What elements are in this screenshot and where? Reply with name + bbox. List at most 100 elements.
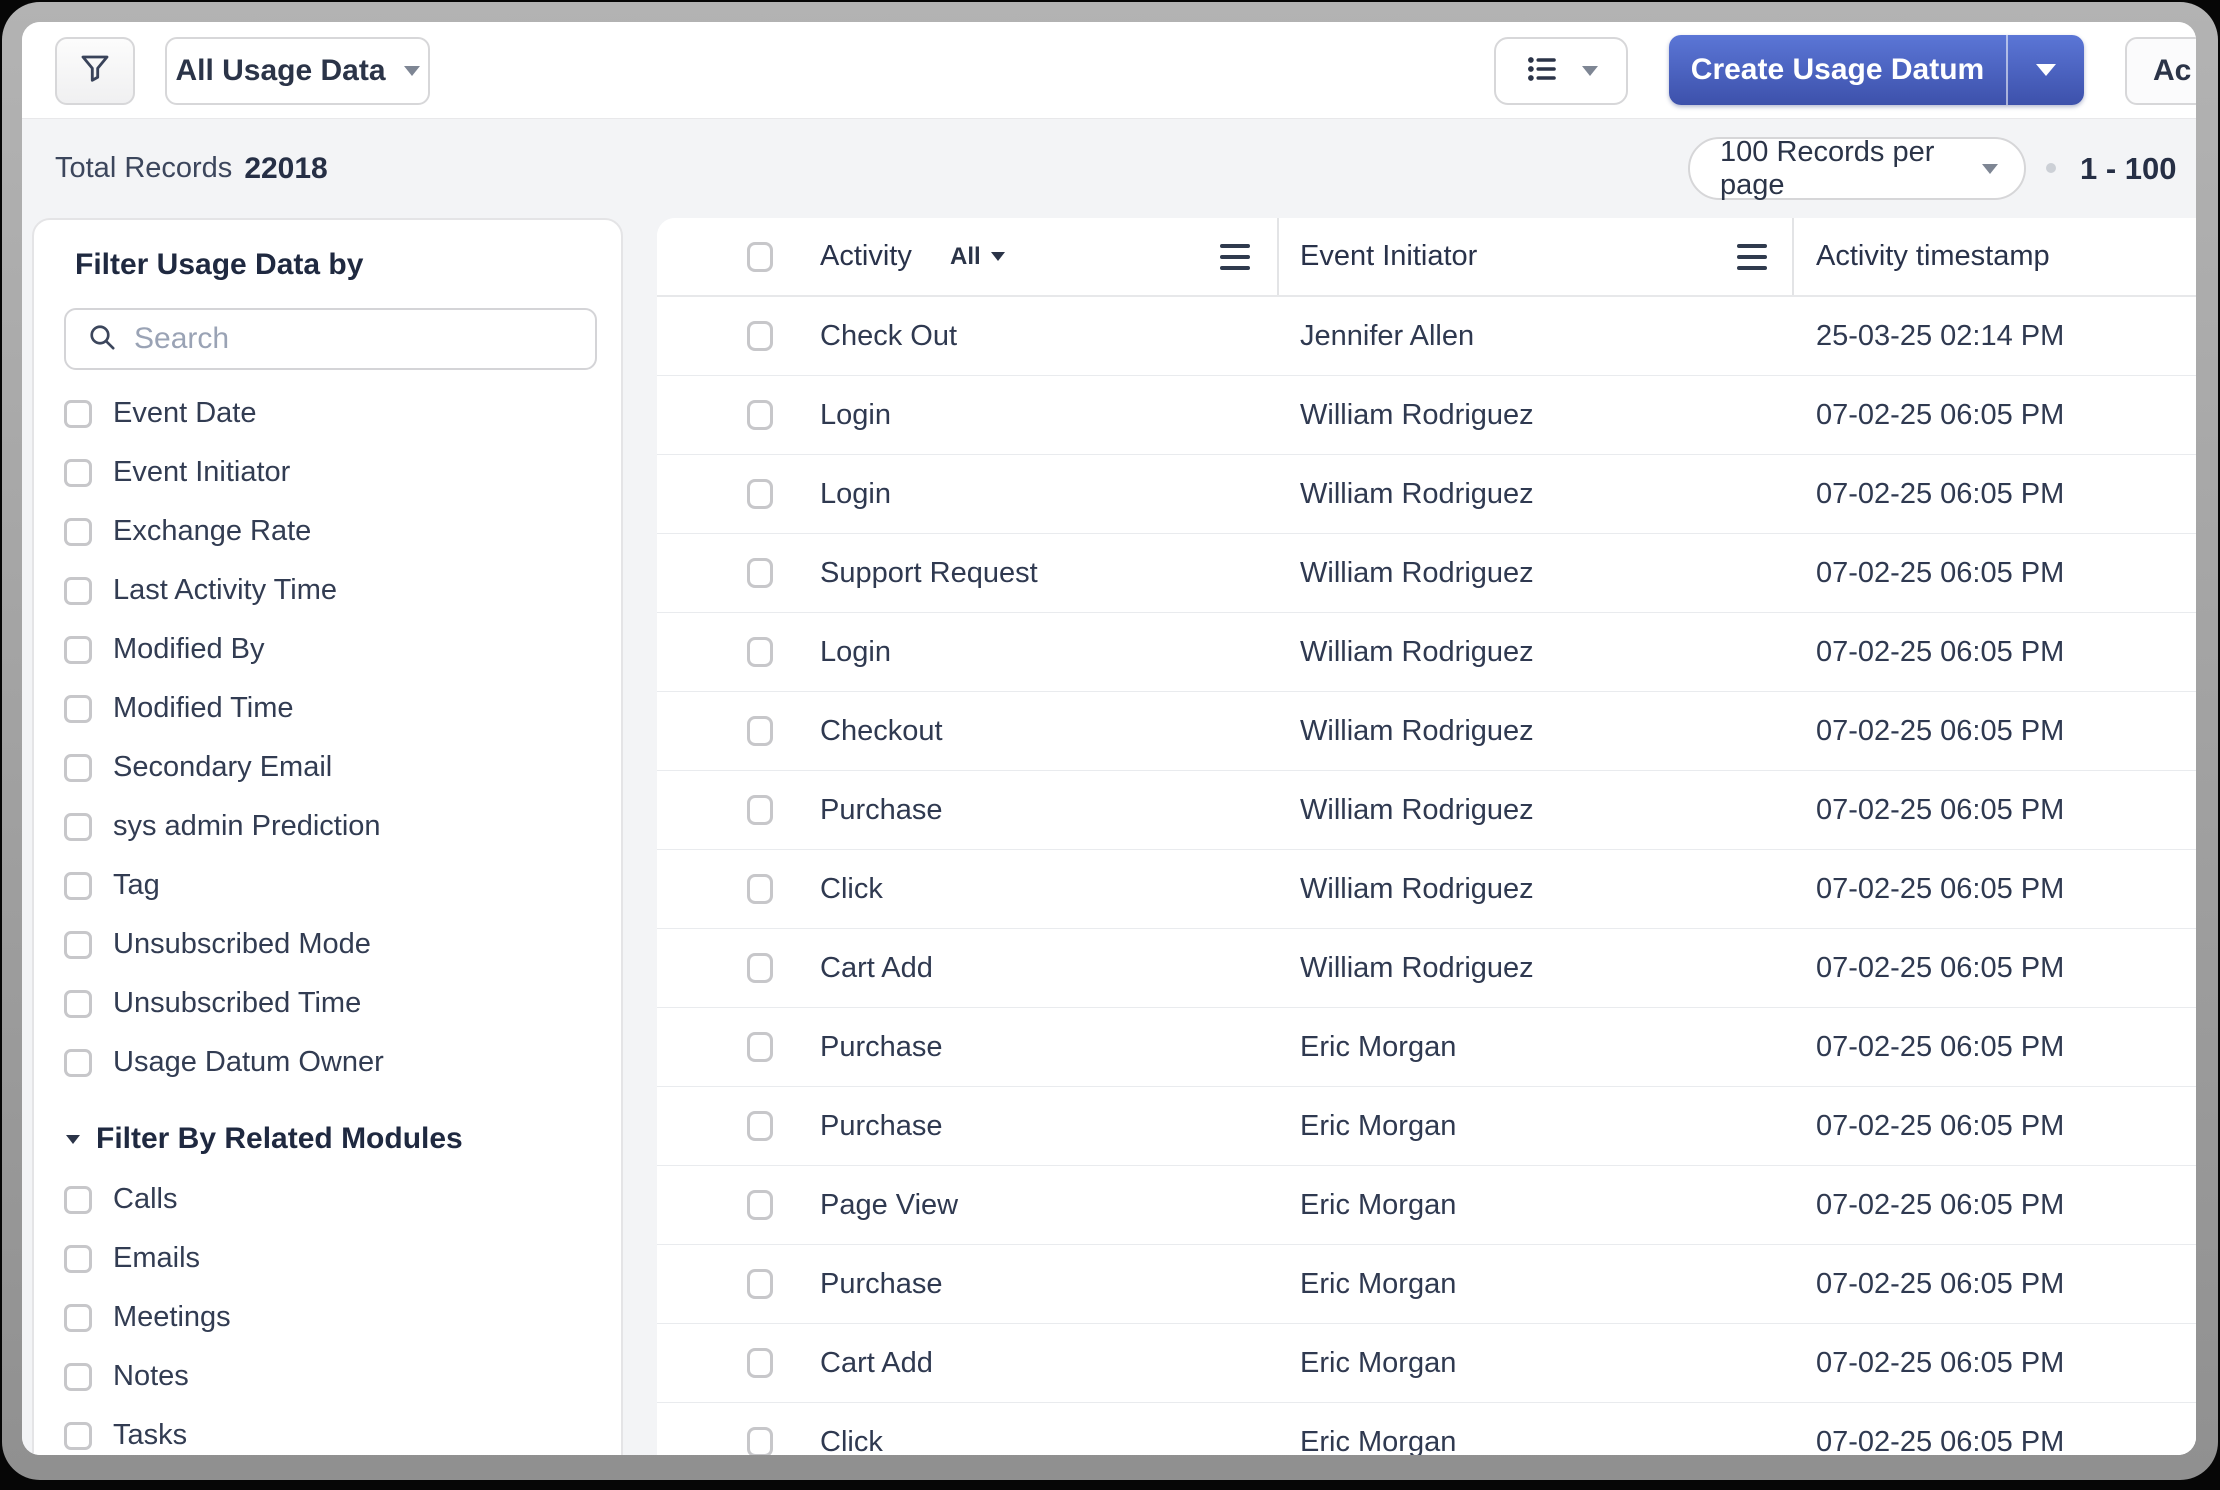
table-row[interactable]: Login William Rodriguez 07-02-25 06:05 P… <box>657 455 2196 534</box>
filter-checkbox-item[interactable]: Unsubscribed Time <box>34 974 621 1033</box>
checkbox[interactable] <box>64 1048 92 1077</box>
row-checkbox[interactable] <box>747 321 773 351</box>
row-checkbox[interactable] <box>747 400 773 430</box>
view-style-button[interactable] <box>1494 37 1628 105</box>
filter-checkbox-item[interactable]: Last Activity Time <box>34 561 621 620</box>
filter-checkbox-item[interactable]: Notes <box>34 1347 621 1406</box>
row-checkbox[interactable] <box>747 479 773 509</box>
table-row[interactable]: Click Eric Morgan 07-02-25 06:05 PM <box>657 1403 2196 1455</box>
checkbox[interactable] <box>64 989 92 1018</box>
sidebar-title: Filter Usage Data by <box>75 248 364 281</box>
checkbox[interactable] <box>64 576 92 605</box>
select-all-checkbox[interactable] <box>747 241 773 272</box>
row-checkbox[interactable] <box>747 1269 773 1299</box>
cell-activity: Purchase <box>820 1267 943 1300</box>
cell-timestamp: 07-02-25 06:05 PM <box>1816 635 2065 668</box>
table-row[interactable]: Check Out Jennifer Allen 25-03-25 02:14 … <box>657 297 2196 376</box>
row-checkbox[interactable] <box>747 716 773 746</box>
table-row[interactable]: Purchase Eric Morgan 07-02-25 06:05 PM <box>657 1008 2196 1087</box>
table-row[interactable]: Cart Add William Rodriguez 07-02-25 06:0… <box>657 929 2196 1008</box>
row-checkbox[interactable] <box>747 795 773 825</box>
table-row[interactable]: Checkout William Rodriguez 07-02-25 06:0… <box>657 692 2196 771</box>
column-header-initiator[interactable]: Event Initiator <box>1300 218 1477 295</box>
cell-activity: Click <box>820 872 883 905</box>
checkbox[interactable] <box>64 1244 92 1273</box>
table-row[interactable]: Click William Rodriguez 07-02-25 06:05 P… <box>657 850 2196 929</box>
table-row[interactable]: Login William Rodriguez 07-02-25 06:05 P… <box>657 613 2196 692</box>
filter-label: Modified By <box>113 633 265 665</box>
row-checkbox[interactable] <box>747 1190 773 1220</box>
filter-checkbox-item[interactable]: Modified Time <box>34 679 621 738</box>
create-usage-datum-button[interactable]: Create Usage Datum <box>1669 35 2006 105</box>
checkbox[interactable] <box>64 871 92 900</box>
table-row[interactable]: Cart Add Eric Morgan 07-02-25 06:05 PM <box>657 1324 2196 1403</box>
table-row[interactable]: Purchase Eric Morgan 07-02-25 06:05 PM <box>657 1087 2196 1166</box>
chevron-down-icon <box>2036 64 2056 76</box>
column-menu-icon[interactable] <box>1220 244 1250 270</box>
row-checkbox[interactable] <box>747 1111 773 1141</box>
column-header-timestamp[interactable]: Activity timestamp <box>1816 218 2050 295</box>
row-checkbox[interactable] <box>747 1032 773 1062</box>
table-row[interactable]: Page View Eric Morgan 07-02-25 06:05 PM <box>657 1166 2196 1245</box>
filter-label: Calls <box>113 1183 178 1215</box>
filter-checkbox-item[interactable]: Unsubscribed Mode <box>34 915 621 974</box>
row-checkbox[interactable] <box>747 953 773 983</box>
cell-timestamp: 07-02-25 06:05 PM <box>1816 1267 2065 1300</box>
filter-button[interactable] <box>55 37 135 105</box>
table-header: Activity All Event Initiator Activity ti… <box>657 218 2196 297</box>
filter-label: Unsubscribed Mode <box>113 928 371 960</box>
table-row[interactable]: Support Request William Rodriguez 07-02-… <box>657 534 2196 613</box>
filter-checkbox-item[interactable]: Event Date <box>34 384 621 443</box>
checkbox[interactable] <box>64 635 92 664</box>
filter-checkbox-item[interactable]: Usage Datum Owner <box>34 1033 621 1092</box>
filter-checkbox-item[interactable]: Tasks <box>34 1406 621 1455</box>
checkbox[interactable] <box>64 694 92 723</box>
actions-button[interactable]: Ac <box>2125 37 2196 105</box>
checkbox[interactable] <box>64 753 92 782</box>
row-checkbox[interactable] <box>747 1427 773 1455</box>
filter-checkbox-item[interactable]: Secondary Email <box>34 738 621 797</box>
table-row[interactable]: Purchase Eric Morgan 07-02-25 06:05 PM <box>657 1245 2196 1324</box>
filter-checkbox-item[interactable]: Exchange Rate <box>34 502 621 561</box>
checkbox[interactable] <box>64 517 92 546</box>
checkbox[interactable] <box>64 1362 92 1391</box>
filter-checkbox-item[interactable]: Emails <box>34 1229 621 1288</box>
row-checkbox[interactable] <box>747 1348 773 1378</box>
filter-label: Unsubscribed Time <box>113 987 362 1019</box>
cell-activity: Page View <box>820 1188 959 1221</box>
filter-checkbox-item[interactable]: Calls <box>34 1170 621 1229</box>
filter-checkbox-item[interactable]: Modified By <box>34 620 621 679</box>
checkbox[interactable] <box>64 1421 92 1450</box>
records-per-page-dropdown[interactable]: 100 Records per page <box>1688 136 2026 201</box>
list-view-dropdown[interactable]: All Usage Data <box>165 37 430 105</box>
filter-label: Event Initiator <box>113 456 291 488</box>
related-modules-header[interactable]: Filter By Related Modules <box>66 1122 621 1156</box>
row-checkbox[interactable] <box>747 558 773 588</box>
row-checkbox[interactable] <box>747 874 773 904</box>
cell-timestamp: 07-02-25 06:05 PM <box>1816 556 2065 589</box>
table-row[interactable]: Purchase William Rodriguez 07-02-25 06:0… <box>657 771 2196 850</box>
checkbox[interactable] <box>64 1185 92 1214</box>
checkbox[interactable] <box>64 1303 92 1332</box>
checkbox[interactable] <box>64 399 92 428</box>
checkbox[interactable] <box>64 930 92 959</box>
checkbox[interactable] <box>64 458 92 487</box>
column-header-activity[interactable]: Activity <box>820 218 912 295</box>
chevron-down-icon <box>1982 163 1998 174</box>
create-usage-datum-menu-button[interactable] <box>2008 35 2084 105</box>
table-row[interactable]: Login William Rodriguez 07-02-25 06:05 P… <box>657 376 2196 455</box>
filter-checkbox-item[interactable]: Meetings <box>34 1288 621 1347</box>
search-input[interactable] <box>132 321 556 357</box>
checkbox[interactable] <box>64 812 92 841</box>
cell-activity: Purchase <box>820 793 943 826</box>
list-view-icon <box>1524 51 1560 92</box>
filter-checkbox-item[interactable]: sys admin Prediction <box>34 797 621 856</box>
search-icon <box>86 321 118 358</box>
cell-activity: Purchase <box>820 1030 943 1063</box>
activity-filter-dropdown[interactable]: All <box>950 218 1005 295</box>
filter-checkbox-item[interactable]: Tag <box>34 856 621 915</box>
cell-timestamp: 07-02-25 06:05 PM <box>1816 714 2065 747</box>
row-checkbox[interactable] <box>747 637 773 667</box>
filter-checkbox-item[interactable]: Event Initiator <box>34 443 621 502</box>
column-menu-icon[interactable] <box>1737 244 1767 270</box>
